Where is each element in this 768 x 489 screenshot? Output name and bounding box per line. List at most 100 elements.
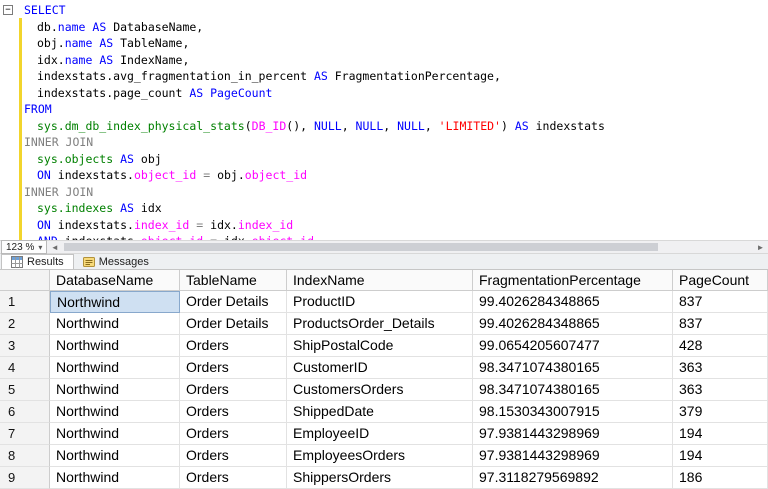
row-number[interactable]: 3 [0,335,50,357]
grid-cell[interactable]: CustomerID [287,357,473,379]
results-pane-tab-strip: Results Messages [0,254,768,270]
grid-cell[interactable]: Orders [180,423,287,445]
grid-cell[interactable]: Order Details [180,313,287,335]
tab-results[interactable]: Results [1,254,74,269]
table-row: 2 Northwind Order Details ProductsOrder_Det… [0,313,768,335]
row-number[interactable]: 7 [0,423,50,445]
grid-body: 1 Northwind Order Details ProductID 99.40262… [0,291,768,489]
row-number[interactable]: 8 [0,445,50,467]
grid-cell[interactable]: ProductsOrder_Details [287,313,473,335]
sql-editor[interactable]: − SELECT db.name AS DatabaseName, obj.name… [0,0,768,240]
zoom-selector[interactable]: 123 % ▾ [1,240,48,254]
code-line: sys.objects AS obj [37,151,162,166]
grid-cell[interactable]: Northwind [50,445,180,467]
grid-cell[interactable]: 363 [673,379,768,401]
grid-cell[interactable]: EmployeesOrders [287,445,473,467]
table-row: 1 Northwind Order Details ProductID 99.40262… [0,291,768,313]
table-row: 6 Northwind Orders ShippedDate 98.1530343007… [0,401,768,423]
column-header-PageCount[interactable]: PageCount [673,270,768,291]
grid-cell[interactable]: 98.3471074380165 [473,379,673,401]
grid-cell[interactable]: 837 [673,291,768,313]
scroll-right-arrow[interactable]: ► [753,243,768,252]
grid-cell[interactable]: 98.3471074380165 [473,357,673,379]
grid-cell[interactable]: Orders [180,357,287,379]
row-number[interactable]: 5 [0,379,50,401]
code-line: db.name AS DatabaseName, [37,19,204,34]
table-row: 5 Northwind Orders CustomersOrders 98.347107… [0,379,768,401]
grid-cell[interactable]: Northwind [50,379,180,401]
grid-cell[interactable]: Orders [180,445,287,467]
zoom-level-label: 123 % [6,241,35,253]
grid-cell[interactable]: Northwind [50,313,180,335]
code-line: sys.indexes AS idx [37,201,162,215]
grid-corner-cell[interactable] [0,270,50,291]
grid-cell[interactable]: Orders [180,335,287,357]
tab-messages-label: Messages [98,255,149,268]
table-row: 9 Northwind Orders ShippersOrders 97.3118279… [0,467,768,489]
grid-cell[interactable]: Order Details [180,291,287,313]
horizontal-scrollbar-track[interactable] [62,241,753,253]
tab-messages[interactable]: Messages [74,254,158,269]
editor-horizontal-scrollbar: 123 % ▾ ◄ ► [0,240,768,254]
grid-cell[interactable]: ProductID [287,291,473,313]
row-number[interactable]: 9 [0,467,50,489]
grid-cell[interactable]: EmployeeID [287,423,473,445]
code-line: FROM [24,102,52,116]
column-header-IndexName[interactable]: IndexName [287,270,473,291]
code-line: sys.dm_db_index_physical_stats(DB_ID(), … [37,118,605,133]
grid-cell[interactable]: 99.4026284348865 [473,291,673,313]
table-row: 7 Northwind Orders EmployeeID 97.93814432989… [0,423,768,445]
grid-cell[interactable]: ShipPostalCode [287,335,473,357]
code-lines: SELECT db.name AS DatabaseName, obj.name A… [0,0,768,240]
code-line: ON indexstats.object_id = obj.object_id [37,168,308,182]
code-line: INNER JOIN [24,135,94,149]
grid-cell[interactable]: 194 [673,445,768,467]
grid-cell[interactable]: 98.1530343007915 [473,401,673,423]
grid-cell[interactable]: Orders [180,401,287,423]
grid-cell[interactable]: 837 [673,313,768,335]
grid-cell[interactable]: Northwind [50,335,180,357]
grid-cell[interactable]: Northwind [50,423,180,445]
table-row: 8 Northwind Orders EmployeesOrders 97.938144… [0,445,768,467]
grid-cell[interactable]: 428 [673,335,768,357]
results-grid-icon [11,256,23,268]
column-header-DatabaseName[interactable]: DatabaseName [50,270,180,291]
row-number[interactable]: 1 [0,291,50,313]
code-line: idx.name AS IndexName, [37,52,190,67]
grid-cell[interactable]: 99.4026284348865 [473,313,673,335]
grid-cell[interactable]: 97.9381443298969 [473,445,673,467]
grid-cell[interactable]: Northwind [50,357,180,379]
grid-cell[interactable]: ShippersOrders [287,467,473,489]
results-grid: DatabaseName TableName IndexName Fragmentat… [0,270,768,489]
row-number[interactable]: 6 [0,401,50,423]
grid-cell[interactable]: 379 [673,401,768,423]
fold-collapse-icon[interactable]: − [3,5,13,15]
grid-header: DatabaseName TableName IndexName Fragmentat… [0,270,768,291]
messages-icon [82,256,95,268]
horizontal-scrollbar-thumb[interactable] [64,243,659,251]
grid-cell[interactable]: Orders [180,379,287,401]
row-number[interactable]: 4 [0,357,50,379]
grid-cell[interactable]: Northwind [50,467,180,489]
grid-cell[interactable]: ShippedDate [287,401,473,423]
grid-cell[interactable]: 363 [673,357,768,379]
column-header-TableName[interactable]: TableName [180,270,287,291]
code-line: SELECT [24,3,66,17]
code-line: indexstats.page_count AS PageCount [37,85,273,100]
column-header-FragmentationPercentage[interactable]: FragmentationPercentage [473,270,673,291]
grid-cell[interactable]: CustomersOrders [287,379,473,401]
grid-cell[interactable]: Northwind [50,401,180,423]
table-row: 3 Northwind Orders ShipPostalCode 99.0654205… [0,335,768,357]
tab-results-label: Results [27,256,64,268]
grid-cell[interactable]: 97.9381443298969 [473,423,673,445]
grid-cell[interactable]: 186 [673,467,768,489]
table-row: 4 Northwind Orders CustomerID 98.34710743801… [0,357,768,379]
grid-cell[interactable]: Northwind [50,291,180,313]
grid-cell[interactable]: Orders [180,467,287,489]
code-line: AND indexstats.object_id = idx.object_id [24,233,768,240]
scroll-left-arrow[interactable]: ◄ [47,243,62,252]
grid-cell[interactable]: 97.3118279569892 [473,467,673,489]
grid-cell[interactable]: 99.0654205607477 [473,335,673,357]
row-number[interactable]: 2 [0,313,50,335]
grid-cell[interactable]: 194 [673,423,768,445]
